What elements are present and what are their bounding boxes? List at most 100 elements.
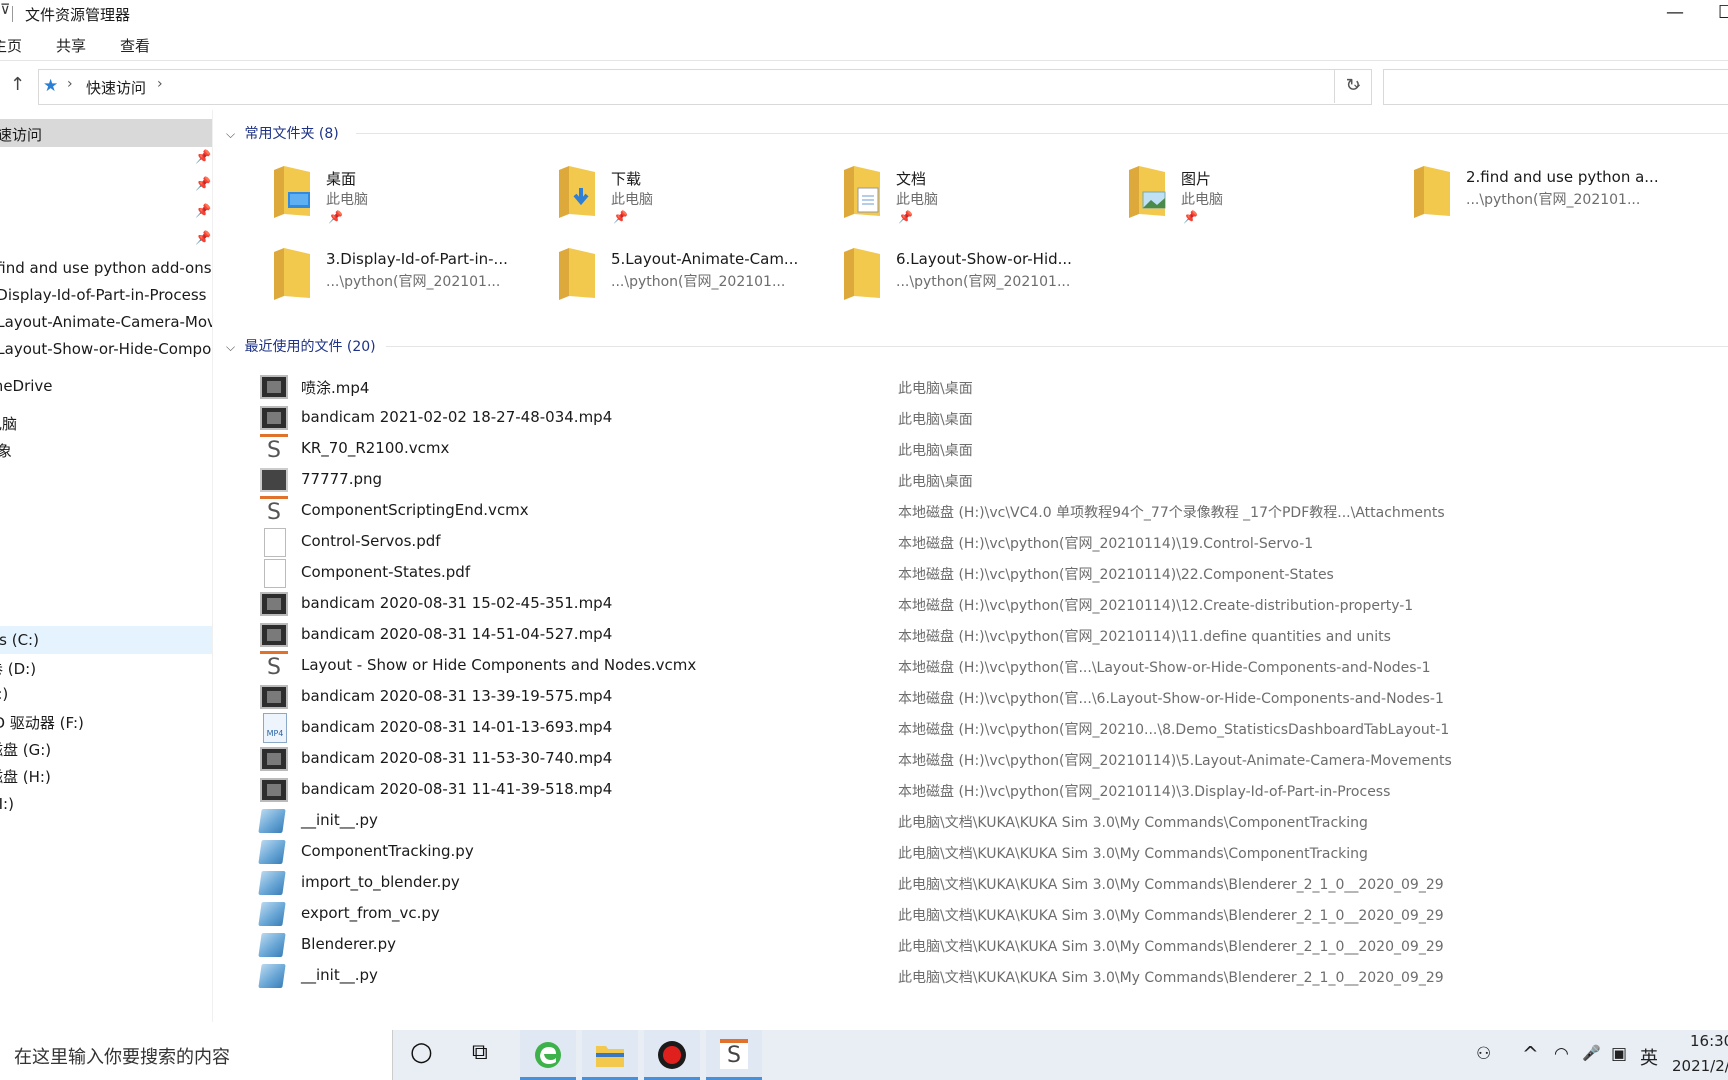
sidebar-item[interactable]: (E:): [0, 680, 212, 708]
frequent-folder-tile[interactable]: 5.Layout-Animate-Cam... ...\python(官网_202…: [555, 246, 840, 316]
recent-file-row[interactable]: import_to_blender.py 此电脑\文档\KUKA\KUKA Sim…: [258, 867, 1608, 898]
pin-icon: 📌: [1183, 210, 1198, 224]
recent-file-row[interactable]: MP4 bandicam 2020-08-31 14-01-13-693.mp4 本…: [258, 712, 1608, 743]
frequent-folder-tile[interactable]: 3.Display-Id-of-Part-in-... ...\python(官网…: [270, 246, 555, 316]
recent-file-row[interactable]: bandicam 2020-08-31 11-53-30-740.mp4 本地磁盘…: [258, 743, 1608, 774]
quick-access-toolbar-icon[interactable]: ⊽: [0, 2, 10, 18]
show-hidden-icons-icon[interactable]: ^: [1522, 1042, 1539, 1066]
sidebar-item[interactable]: 本地磁盘 (G:): [0, 734, 212, 762]
recent-file-row[interactable]: bandicam 2020-08-31 14-51-04-527.mp4 本地磁盘…: [258, 619, 1608, 650]
wifi-icon[interactable]: ◠: [1554, 1044, 1569, 1064]
recent-file-row[interactable]: ComponentTracking.py 此电脑\文档\KUKA\KUKA Sim…: [258, 836, 1608, 867]
taskbar-visual-components[interactable]: S: [706, 1030, 762, 1080]
recent-files-header[interactable]: ⌵ 最近使用的文件 (20): [226, 336, 1728, 356]
taskbar-file-explorer[interactable]: [582, 1030, 638, 1080]
recent-file-row[interactable]: bandicam 2020-08-31 13-39-19-575.mp4 本地磁盘…: [258, 681, 1608, 712]
pane-divider[interactable]: [212, 110, 213, 1022]
folder-icon: [555, 246, 599, 300]
recent-file-row[interactable]: bandicam 2021-02-02 18-27-48-034.mp4 此电脑\…: [258, 402, 1608, 433]
minimize-button[interactable]: —: [1666, 2, 1684, 23]
address-bar[interactable]: ★ › 快速访问 › ⌄: [38, 69, 1372, 105]
file-path: 本地磁盘 (H:)\vc\python(官...\Layout-Show-or-…: [898, 660, 1431, 676]
sidebar-item[interactable]: 3D 对象: [0, 435, 212, 463]
action-center-icon[interactable]: ▣: [1611, 1044, 1627, 1064]
sidebar-item[interactable]: 📌: [0, 173, 212, 201]
recent-file-row[interactable]: __init__.py 此电脑\文档\KUKA\KUKA Sim 3.0\My C…: [258, 960, 1608, 991]
recent-file-row[interactable]: Component-States.pdf 本地磁盘 (H:)\vc\python(…: [258, 557, 1608, 588]
sidebar-item[interactable]: 📌: [0, 227, 212, 255]
recent-file-row[interactable]: S Layout - Show or Hide Components and No…: [258, 650, 1608, 681]
frequent-folder-tile[interactable]: 下载 此电脑 📌: [555, 164, 840, 234]
recent-file-row[interactable]: Control-Servos.pdf 本地磁盘 (H:)\vc\python(官网…: [258, 526, 1608, 557]
task-view-button[interactable]: ⧉: [456, 1030, 512, 1080]
sidebar-item[interactable]: 📌: [0, 146, 212, 174]
sidebar-item[interactable]: 3.Display-Id-of-Part-in-Process: [0, 281, 212, 309]
sidebar-item[interactable]: Windows (C:): [0, 626, 212, 654]
sidebar-item[interactable]: (J:): [0, 815, 212, 843]
sidebar-item[interactable]: DVD 驱动器 (F:): [0, 707, 212, 735]
sidebar-item[interactable]: 固态 (I:): [0, 788, 212, 816]
collapse-chevron-icon[interactable]: ⌵: [226, 127, 240, 142]
recent-file-row[interactable]: export_from_vc.py 此电脑\文档\KUKA\KUKA Sim 3.…: [258, 898, 1608, 929]
recent-file-row[interactable]: bandicam 2020-08-31 15-02-45-351.mp4 本地磁盘…: [258, 588, 1608, 619]
sidebar-item-label: 本地磁盘 (G:): [0, 741, 52, 759]
sidebar-item[interactable]: 本地磁盘 (H:): [0, 761, 212, 789]
sidebar-item[interactable]: 快速访问: [0, 119, 212, 147]
recent-file-row[interactable]: S ComponentScriptingEnd.vcmx 本地磁盘 (H:)\vc\…: [258, 495, 1608, 526]
image-file-icon: [260, 468, 288, 492]
recent-file-row[interactable]: 77777.png 此电脑\桌面: [258, 464, 1608, 495]
video-file-icon: [260, 747, 288, 771]
sidebar-item[interactable]: 📌: [0, 200, 212, 228]
up-arrow-icon[interactable]: ↑: [10, 74, 32, 98]
breadcrumb-quick-access[interactable]: 快速访问: [86, 77, 146, 98]
frequent-folder-tile[interactable]: 6.Layout-Show-or-Hid... ...\python(官网_202…: [840, 246, 1125, 316]
microphone-icon[interactable]: 🎤: [1582, 1044, 1601, 1062]
file-name: 77777.png: [301, 470, 383, 488]
file-name: Layout - Show or Hide Components and Nod…: [301, 656, 697, 674]
breadcrumb-chevron-icon[interactable]: ›: [67, 76, 73, 92]
file-name: KR_70_R2100.vcmx: [301, 439, 450, 457]
video-file-icon: [260, 685, 288, 709]
taskbar-edge-browser[interactable]: [520, 1030, 576, 1080]
sidebar-item[interactable]: 6.Layout-Show-or-Hide-Components-and-Nod…: [0, 335, 212, 363]
sidebar-item[interactable]: 新加卷 (D:): [0, 653, 212, 681]
tab-view[interactable]: 查看: [120, 35, 150, 56]
file-name: ComponentScriptingEnd.vcmx: [301, 501, 529, 519]
search-input[interactable]: [1383, 69, 1728, 105]
frequent-folder-tile[interactable]: 桌面 此电脑 📌: [270, 164, 555, 234]
input-method-indicator[interactable]: 英: [1640, 1044, 1658, 1070]
vcmx-file-icon: S: [260, 496, 288, 525]
people-icon[interactable]: ⚇: [1476, 1044, 1491, 1064]
tab-home[interactable]: 主页: [0, 35, 22, 56]
sidebar-item-label: DVD 驱动器 (F:): [0, 714, 84, 732]
frequent-folder-tile[interactable]: 2.find and use python a... ...\python(官网_…: [1410, 164, 1695, 234]
clock-time[interactable]: 16:30: [1690, 1032, 1728, 1050]
recent-file-row[interactable]: S KR_70_R2100.vcmx 此电脑\桌面: [258, 433, 1608, 464]
sidebar-item[interactable]: 此电脑: [0, 408, 212, 436]
frequent-folder-tile[interactable]: 文档 此电脑 📌: [840, 164, 1125, 234]
sidebar-item[interactable]: 2.find and use python add-ons: [0, 254, 212, 282]
refresh-icon[interactable]: ↻: [1334, 69, 1371, 103]
sidebar-item[interactable]: OneDrive: [0, 372, 212, 400]
sidebar-item[interactable]: 5.Layout-Animate-Camera-Movements: [0, 308, 212, 336]
video-file-icon: [260, 375, 288, 399]
breadcrumb-chevron-icon[interactable]: ›: [157, 76, 163, 92]
file-path: 此电脑\文档\KUKA\KUKA Sim 3.0\My Commands\Ble…: [898, 908, 1444, 924]
frequent-folders-header[interactable]: ⌵ 常用文件夹 (8): [226, 123, 1728, 143]
clock-date[interactable]: 2021/2/: [1672, 1057, 1728, 1075]
recent-file-row[interactable]: Blenderer.py 此电脑\文档\KUKA\KUKA Sim 3.0\My …: [258, 929, 1608, 960]
taskbar-search-box[interactable]: 在这里输入你要搜索的内容: [0, 1030, 393, 1080]
recent-file-row[interactable]: bandicam 2020-08-31 11-41-39-518.mp4 本地磁盘…: [258, 774, 1608, 805]
video-file-icon: [260, 592, 288, 616]
collapse-chevron-icon[interactable]: ⌵: [226, 340, 240, 355]
taskbar-recorder[interactable]: [644, 1030, 700, 1080]
recent-file-row[interactable]: __init__.py 此电脑\文档\KUKA\KUKA Sim 3.0\My C…: [258, 805, 1608, 836]
frequent-folder-tile[interactable]: 图片 此电脑 📌: [1125, 164, 1410, 234]
file-explorer-icon: [596, 1046, 624, 1067]
cortana-button[interactable]: ○: [396, 1030, 452, 1080]
folder-name: 3.Display-Id-of-Part-in-...: [326, 250, 508, 268]
pin-icon: 📌: [195, 150, 212, 165]
maximize-button[interactable]: ☐: [1718, 2, 1728, 23]
recent-file-row[interactable]: 喷涂.mp4 此电脑\桌面: [258, 371, 1608, 402]
tab-share[interactable]: 共享: [56, 35, 86, 56]
